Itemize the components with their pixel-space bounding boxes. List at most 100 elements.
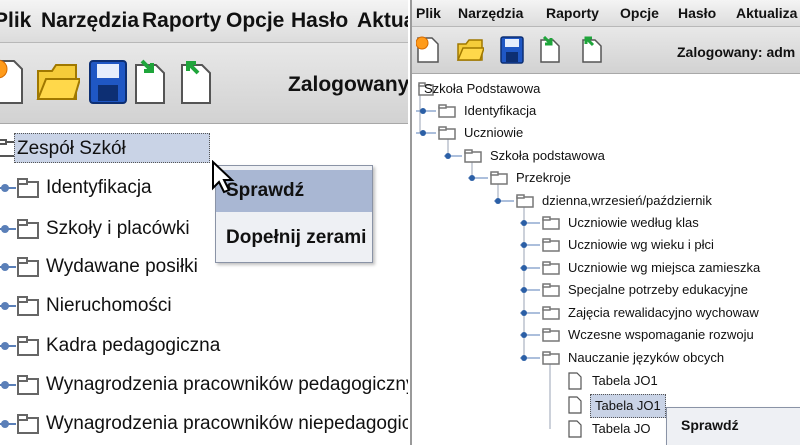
menu-haslo[interactable]: Hasło	[678, 5, 716, 21]
tree-label: Nieruchomości	[46, 295, 172, 316]
tree-label: Wynagrodzenia pracowników pedagogicznych	[46, 374, 408, 395]
menu-narzedzia[interactable]: Narzędzia	[458, 5, 523, 21]
tree-label: Wynagrodzenia pracowników niepedagogiczn…	[46, 413, 408, 434]
folder-icon	[17, 375, 39, 395]
folder-icon	[542, 351, 560, 365]
expand-handle-icon[interactable]	[520, 263, 540, 273]
save-icon[interactable]	[88, 59, 128, 105]
new-document-icon[interactable]	[416, 36, 440, 64]
tree-label: Wczesne wspomaganie rozwoju	[568, 327, 754, 342]
menu-item-sprawdz[interactable]: Sprawdź	[216, 170, 372, 212]
folder-icon	[542, 216, 560, 230]
menu-bar: Plik Narzędzia Raporty Opcje Hasło Aktua…	[0, 0, 408, 43]
expand-handle-icon[interactable]	[520, 308, 540, 318]
folder-icon	[17, 219, 39, 239]
collapse-handle-icon[interactable]	[520, 353, 540, 363]
menu-raporty[interactable]: Raporty	[546, 5, 599, 21]
tree-label: Przekroje	[516, 170, 571, 185]
open-folder-icon[interactable]	[456, 36, 484, 64]
tree-label: Uczniowie według klas	[568, 215, 699, 230]
menu-aktualizacja[interactable]: Aktualiz	[357, 9, 408, 33]
expand-handle-icon[interactable]	[520, 240, 540, 250]
menu-haslo[interactable]: Hasło	[291, 9, 348, 33]
folder-icon	[516, 194, 534, 208]
collapse-handle-icon[interactable]	[494, 196, 514, 206]
toolbar: Zalogowany: a	[0, 43, 408, 124]
tree-label: dzienna,wrzesień/październik	[542, 193, 712, 208]
new-document-icon[interactable]	[0, 59, 24, 105]
document-icon	[568, 420, 582, 438]
tree-label: Wydawane posiłki	[46, 256, 198, 277]
save-icon[interactable]	[500, 36, 524, 64]
collapse-handle-icon[interactable]	[416, 128, 436, 138]
menu-bar: Plik Narzędzia Raporty Opcje Hasło Aktua…	[412, 0, 800, 27]
tree-label: Szkoła Podstawowa	[424, 81, 541, 96]
expand-handle-icon[interactable]	[0, 260, 16, 274]
expand-handle-icon[interactable]	[520, 330, 540, 340]
folder-icon	[17, 178, 39, 198]
folder-icon	[542, 328, 560, 342]
menu-item-sprawdz[interactable]: Sprawdź	[667, 408, 800, 444]
toolbar: Zalogowany: adm	[412, 27, 800, 74]
folder-icon	[17, 257, 39, 277]
collapse-handle-icon[interactable]	[468, 173, 488, 183]
mouse-cursor-icon	[211, 160, 235, 194]
expand-handle-icon[interactable]	[0, 339, 16, 353]
collapse-handle-icon[interactable]	[444, 151, 462, 161]
menu-item-label: Sprawdź	[226, 180, 305, 201]
expand-handle-icon[interactable]	[0, 181, 16, 195]
expand-handle-icon[interactable]	[0, 378, 16, 392]
tree-label: Szkoła podstawowa	[490, 148, 605, 163]
open-folder-icon[interactable]	[36, 59, 80, 105]
folder-icon	[542, 283, 560, 297]
left-window: Plik Narzędzia Raporty Opcje Hasło Aktua…	[0, 0, 408, 445]
tree-view: Szkoła Podstawowa Identyfikacja Uczniowi…	[412, 74, 800, 445]
menu-raporty[interactable]: Raporty	[142, 9, 221, 33]
document-icon	[568, 372, 582, 390]
folder-icon	[464, 149, 482, 163]
tree-label: Uczniowie	[464, 125, 524, 140]
document-icon	[568, 396, 582, 414]
tree-label: Specjalne potrzeby edukacyjne	[568, 282, 748, 297]
export-icon[interactable]	[580, 36, 604, 64]
tree-label: Uczniowie wg wieku i płci	[568, 237, 714, 252]
menu-narzedzia[interactable]: Narzędzia	[41, 9, 139, 33]
folder-icon	[438, 126, 456, 140]
tree-node-root[interactable]: Zespół Szkół	[0, 133, 212, 163]
folder-icon	[17, 414, 39, 434]
folder-icon	[542, 238, 560, 252]
folder-icon	[17, 296, 39, 316]
folder-icon	[17, 336, 39, 356]
logged-user-label: Zalogowany: adm	[677, 44, 796, 60]
import-icon[interactable]	[132, 59, 168, 105]
menu-item-label: Sprawdź	[681, 417, 739, 433]
tree-label: Tabela JO1	[592, 373, 658, 388]
context-menu: Sprawdź	[666, 407, 800, 445]
tree-label: Zajęcia rewalidacyjno wychowaw	[568, 305, 759, 320]
tree-label: Tabela JO1	[590, 394, 666, 418]
menu-opcje[interactable]: Opcje	[620, 5, 659, 21]
expand-handle-icon[interactable]	[416, 106, 436, 116]
expand-handle-icon[interactable]	[0, 417, 16, 431]
menu-item-dopelnij[interactable]: Dopełnij zerami	[216, 218, 372, 258]
tree-label: Tabela JO	[592, 421, 651, 436]
expand-handle-icon[interactable]	[0, 299, 16, 313]
menu-aktualizacja[interactable]: Aktualiza	[736, 5, 797, 21]
folder-icon	[490, 171, 508, 185]
menu-plik[interactable]: Plik	[416, 5, 441, 21]
tree-label: Identyfikacja	[46, 177, 152, 198]
menu-plik[interactable]: Plik	[0, 9, 31, 33]
folder-icon	[438, 104, 456, 118]
expand-handle-icon[interactable]	[520, 218, 540, 228]
tree-label: Kadra pedagogiczna	[46, 335, 221, 356]
menu-item-label: Dopełnij zerami	[226, 227, 367, 248]
import-icon[interactable]	[538, 36, 562, 64]
tree-label: Szkoły i placówki	[46, 218, 190, 239]
export-icon[interactable]	[178, 59, 214, 105]
expand-handle-icon[interactable]	[520, 285, 540, 295]
folder-icon	[542, 306, 560, 320]
menu-opcje[interactable]: Opcje	[226, 9, 284, 33]
expand-handle-icon[interactable]	[0, 222, 16, 236]
folder-icon	[542, 261, 560, 275]
logged-user-label: Zalogowany: a	[288, 73, 408, 96]
